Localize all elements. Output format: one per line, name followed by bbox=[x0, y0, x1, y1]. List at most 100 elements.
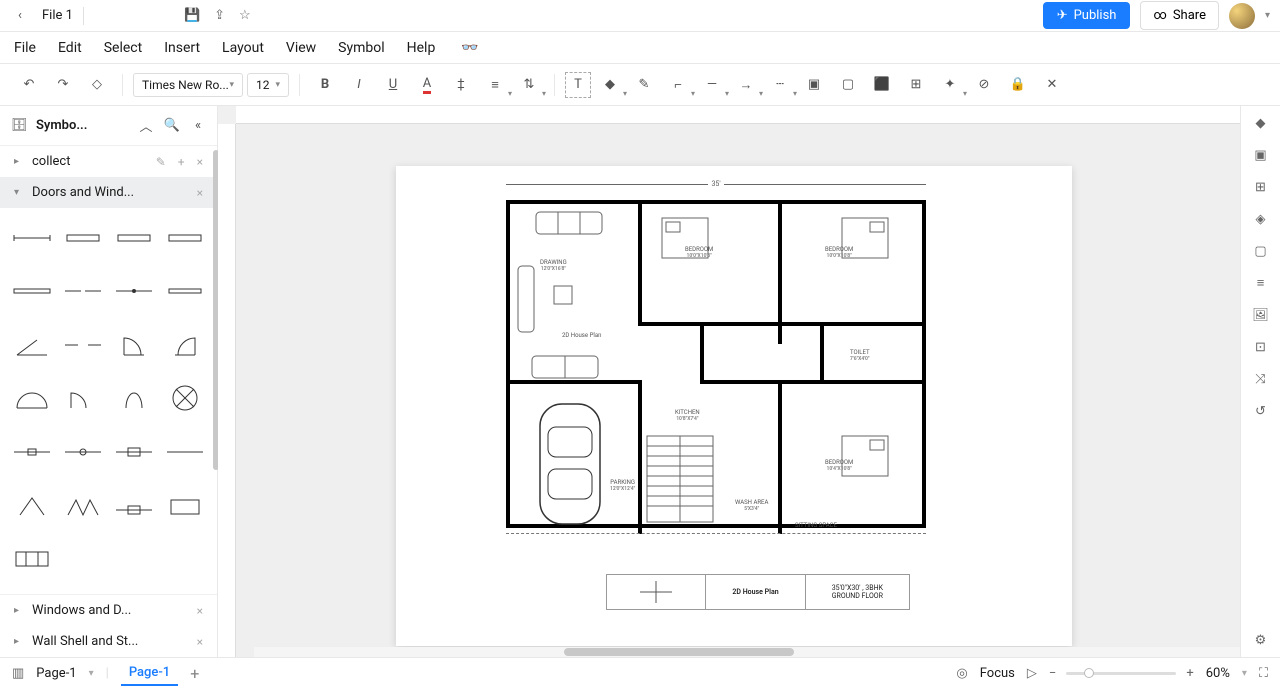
shape-symbol[interactable] bbox=[61, 378, 104, 418]
menu-help[interactable]: Help bbox=[407, 40, 436, 56]
image-panel-icon[interactable]: 🖼 bbox=[1250, 304, 1272, 326]
back-button[interactable]: ‹ bbox=[10, 8, 30, 23]
play-icon[interactable]: ▷ bbox=[1027, 666, 1037, 681]
lock-button[interactable]: 🔒 bbox=[1003, 70, 1033, 100]
close-icon[interactable]: × bbox=[197, 186, 203, 200]
share-button[interactable]: ∞ Share bbox=[1140, 1, 1219, 30]
floorplan[interactable]: 35' DRAWING12'0"X16'8 bbox=[506, 188, 926, 548]
layers-panel-icon[interactable]: ◈ bbox=[1250, 208, 1272, 230]
bold-button[interactable]: B bbox=[310, 70, 340, 100]
shape-symbol[interactable] bbox=[164, 432, 207, 472]
horizontal-scrollbar[interactable] bbox=[254, 647, 1240, 657]
export-icon[interactable]: ⇪ bbox=[214, 8, 225, 23]
menu-symbol[interactable]: Symbol bbox=[338, 40, 384, 56]
line-style-button[interactable]: ― bbox=[697, 70, 727, 100]
chevron-down-icon[interactable]: ▾ bbox=[1242, 668, 1247, 679]
shape-symbol[interactable] bbox=[113, 432, 156, 472]
shape-symbol[interactable] bbox=[113, 218, 156, 258]
shape-symbol[interactable] bbox=[113, 271, 156, 311]
save-icon[interactable]: 💾 bbox=[184, 8, 200, 23]
shape-symbol[interactable] bbox=[10, 378, 53, 418]
shape-symbol[interactable] bbox=[61, 218, 104, 258]
zoom-value[interactable]: 60% bbox=[1206, 666, 1230, 681]
close-icon[interactable]: × bbox=[197, 604, 203, 618]
menu-select[interactable]: Select bbox=[104, 40, 142, 56]
shape-symbol[interactable] bbox=[61, 485, 104, 525]
redo-button[interactable]: ↷ bbox=[48, 70, 78, 100]
present-panel-icon[interactable]: ▢ bbox=[1250, 240, 1272, 262]
shape-symbol[interactable] bbox=[164, 271, 207, 311]
shuffle-icon[interactable]: ⤨ bbox=[1250, 368, 1272, 390]
sidebar-item-doors[interactable]: ▾ Doors and Wind... × bbox=[0, 177, 217, 208]
chevron-up-icon[interactable]: ︿ bbox=[137, 116, 155, 135]
canvas[interactable]: 35' DRAWING12'0"X16'8 bbox=[236, 124, 1240, 657]
menu-insert[interactable]: Insert bbox=[164, 40, 200, 56]
fullscreen-icon[interactable]: ⛶ bbox=[1259, 666, 1268, 681]
align-left-button[interactable]: ⬛ bbox=[867, 70, 897, 100]
shape-symbol[interactable] bbox=[10, 218, 53, 258]
line-dash-button[interactable]: ┄ bbox=[765, 70, 795, 100]
underline-button[interactable]: U bbox=[378, 70, 408, 100]
page[interactable]: 35' DRAWING12'0"X16'8 bbox=[396, 166, 1072, 646]
shape-symbol[interactable] bbox=[164, 378, 207, 418]
text-tool-button[interactable]: T bbox=[565, 72, 591, 98]
shape-symbol[interactable] bbox=[113, 325, 156, 365]
collapse-icon[interactable]: « bbox=[189, 118, 207, 133]
menu-view[interactable]: View bbox=[286, 40, 316, 56]
settings-icon[interactable]: ⚙ bbox=[1250, 629, 1272, 651]
fill-button[interactable]: ◆ bbox=[595, 70, 625, 100]
preview-icon[interactable]: 👓 bbox=[461, 40, 478, 56]
shape-symbol[interactable] bbox=[164, 218, 207, 258]
shape-symbol[interactable] bbox=[164, 325, 207, 365]
arrow-style-button[interactable]: → bbox=[731, 70, 761, 100]
user-menu-caret[interactable]: ▾ bbox=[1265, 10, 1270, 21]
shape-symbol[interactable] bbox=[10, 539, 53, 579]
sidebar-item-windows[interactable]: ▸ Windows and D... × bbox=[0, 595, 217, 626]
tools-button[interactable]: ✕ bbox=[1037, 70, 1067, 100]
undo-button[interactable]: ↶ bbox=[14, 70, 44, 100]
ruler-vertical[interactable] bbox=[218, 124, 236, 657]
history-icon[interactable]: ↺ bbox=[1250, 400, 1272, 422]
focus-label[interactable]: Focus bbox=[980, 666, 1015, 681]
connector-button[interactable]: ⌐ bbox=[663, 70, 693, 100]
shape-symbol[interactable] bbox=[10, 271, 53, 311]
grid-panel-icon[interactable]: ⊞ bbox=[1250, 176, 1272, 198]
shape-symbol[interactable] bbox=[164, 485, 207, 525]
shape-symbol[interactable] bbox=[113, 378, 156, 418]
font-color-button[interactable]: A bbox=[412, 70, 442, 100]
shape-symbol[interactable] bbox=[113, 485, 156, 525]
zoom-in-button[interactable]: + bbox=[1186, 666, 1193, 681]
no-style-button[interactable]: ⊘ bbox=[969, 70, 999, 100]
shape-symbol[interactable] bbox=[61, 432, 104, 472]
edit-icon[interactable]: ✎ bbox=[156, 155, 166, 169]
effects-button[interactable]: ✦ bbox=[935, 70, 965, 100]
add-page-button[interactable]: + bbox=[190, 664, 199, 683]
send-back-button[interactable]: ▣ bbox=[799, 70, 829, 100]
search-icon[interactable]: 🔍 bbox=[163, 118, 181, 133]
close-icon[interactable]: × bbox=[197, 155, 203, 169]
shape-symbol[interactable] bbox=[10, 325, 53, 365]
page-select[interactable]: Page-1 bbox=[36, 666, 76, 681]
fill-panel-icon[interactable]: ◆ bbox=[1250, 112, 1272, 134]
align-button[interactable]: ≡ bbox=[480, 70, 510, 100]
pages-icon[interactable]: ▥ bbox=[12, 666, 24, 681]
text-height-button[interactable]: ‡ bbox=[446, 70, 476, 100]
bring-front-button[interactable]: ▢ bbox=[833, 70, 863, 100]
shape-panel-icon[interactable]: ▣ bbox=[1250, 144, 1272, 166]
menu-edit[interactable]: Edit bbox=[58, 40, 82, 56]
format-painter-button[interactable]: ◇ bbox=[82, 70, 112, 100]
ruler-horizontal[interactable] bbox=[236, 106, 1240, 124]
sidebar-item-wall[interactable]: ▸ Wall Shell and St... × bbox=[0, 626, 217, 657]
shape-symbol[interactable] bbox=[10, 485, 53, 525]
chevron-down-icon[interactable]: ▾ bbox=[89, 668, 94, 679]
export-panel-icon[interactable]: ⊡ bbox=[1250, 336, 1272, 358]
line-spacing-button[interactable]: ⇅ bbox=[514, 70, 544, 100]
shape-symbol[interactable] bbox=[61, 271, 104, 311]
italic-button[interactable]: I bbox=[344, 70, 374, 100]
menu-layout[interactable]: Layout bbox=[222, 40, 264, 56]
font-size-select[interactable]: 12▾ bbox=[247, 73, 289, 97]
menu-file[interactable]: File bbox=[14, 40, 36, 56]
favorite-icon[interactable]: ☆ bbox=[239, 8, 251, 23]
shape-symbol[interactable] bbox=[61, 325, 104, 365]
zoom-slider[interactable] bbox=[1066, 672, 1176, 675]
